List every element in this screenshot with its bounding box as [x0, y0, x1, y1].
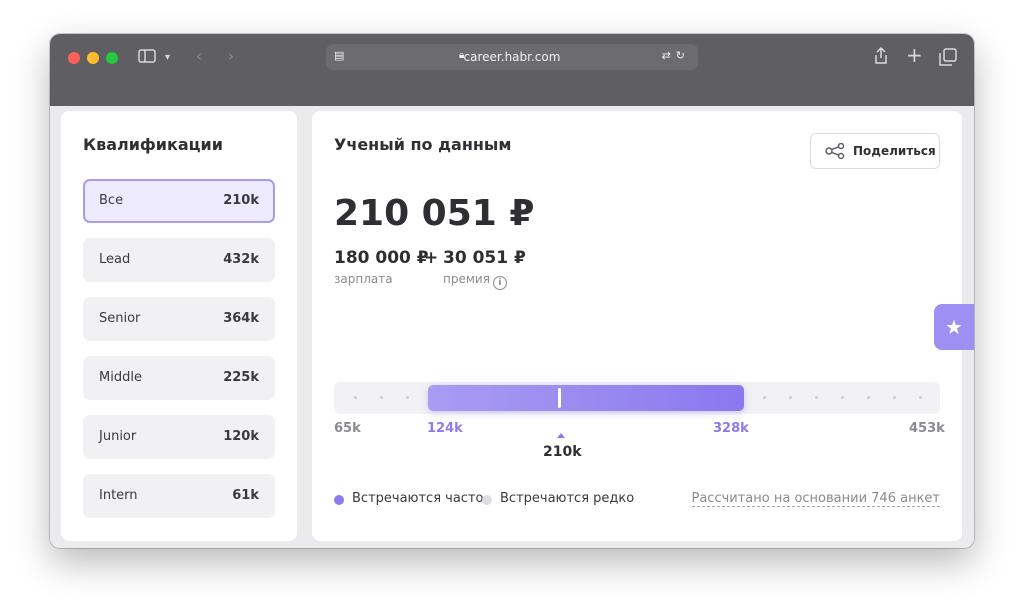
- track-dot: [815, 396, 818, 399]
- range-low-label: 124k: [427, 421, 463, 436]
- forward-icon[interactable]: ›: [228, 47, 234, 65]
- basis-text: Рассчитано на основании 746 анкет: [691, 491, 940, 507]
- position-title: Ученый по данным: [334, 135, 512, 154]
- qualification-value: 364k: [223, 311, 259, 326]
- median-label: 210k: [543, 444, 582, 460]
- frequent-salary-range: [428, 385, 744, 411]
- median-marker: [558, 388, 561, 408]
- qualification-item-lead[interactable]: Lead 432k: [83, 238, 275, 282]
- sidebar-icon[interactable]: [138, 49, 156, 67]
- bonus-label-wrap: премия i: [443, 272, 507, 290]
- qualification-value: 61k: [232, 488, 259, 503]
- bonus-label: премия: [443, 272, 490, 286]
- salary-range-track: [334, 382, 940, 414]
- minimize-window-button[interactable]: [87, 52, 99, 64]
- qualification-label: Junior: [99, 429, 137, 444]
- plus-sign: +: [424, 248, 439, 268]
- track-dot: [763, 396, 766, 399]
- qualification-value: 120k: [223, 429, 259, 444]
- base-salary-label: зарплата: [334, 272, 393, 286]
- qualification-value: 210k: [223, 193, 259, 208]
- track-dot: [841, 396, 844, 399]
- qualification-item-senior[interactable]: Senior 364k: [83, 297, 275, 341]
- qualification-value: 225k: [223, 370, 259, 385]
- frequent-legend-dot: [334, 495, 344, 505]
- track-dot: [354, 396, 357, 399]
- star-icon: ★: [945, 315, 963, 339]
- qualifications-panel: Квалификации Все 210k Lead 432k Senior 3…: [61, 111, 297, 541]
- address-bar[interactable]: ▤ 🔒︎ career.habr.com ⇄↻: [326, 44, 698, 70]
- range-max-label: 453k: [909, 421, 945, 436]
- qualification-label: Middle: [99, 370, 142, 385]
- base-salary-value: 180 000 ₽: [334, 248, 429, 268]
- back-icon[interactable]: ‹: [196, 47, 202, 65]
- rare-legend-dot: [482, 495, 492, 505]
- favorite-button[interactable]: ★: [934, 304, 974, 350]
- chevron-down-icon[interactable]: ▾: [165, 49, 170, 67]
- basis-note[interactable]: Рассчитано на основании 746 анкет: [691, 491, 940, 507]
- qualification-item-junior[interactable]: Junior 120k: [83, 415, 275, 459]
- track-dot: [380, 396, 383, 399]
- browser-toolbar: ▾ ‹ › ▤ 🔒︎ career.habr.com ⇄↻ +: [50, 34, 974, 106]
- salary-panel: Ученый по данным Поделиться 210 051 ₽ 18…: [312, 111, 962, 541]
- plus-icon[interactable]: +: [906, 45, 923, 65]
- track-dot: [893, 396, 896, 399]
- track-dot: [867, 396, 870, 399]
- browser-window: ▾ ‹ › ▤ 🔒︎ career.habr.com ⇄↻ + Квалифик…: [50, 34, 974, 548]
- track-dot: [919, 396, 922, 399]
- qualification-value: 432k: [223, 252, 259, 267]
- range-high-label: 328k: [713, 421, 749, 436]
- translate-icon[interactable]: ⇄: [662, 49, 676, 62]
- qualification-item-intern[interactable]: Intern 61k: [83, 474, 275, 518]
- median-arrow-icon: [557, 433, 565, 438]
- share-icon[interactable]: [874, 46, 888, 69]
- qualification-item-all[interactable]: Все 210k: [83, 179, 275, 223]
- tabs-icon[interactable]: [939, 48, 957, 70]
- total-salary: 210 051 ₽: [334, 193, 535, 234]
- qualification-label: Senior: [99, 311, 141, 326]
- track-dot: [406, 396, 409, 399]
- track-dot: [789, 396, 792, 399]
- qualification-label: Все: [99, 193, 124, 208]
- share-button[interactable]: Поделиться: [810, 133, 940, 169]
- share-label: Поделиться: [853, 144, 936, 158]
- frequent-legend-label: Встречаются часто: [352, 491, 484, 506]
- close-window-button[interactable]: [68, 52, 80, 64]
- info-icon[interactable]: i: [492, 276, 507, 290]
- range-min-label: 65k: [334, 421, 361, 436]
- share-nodes-icon: [825, 142, 845, 163]
- qualification-label: Lead: [99, 252, 131, 267]
- reload-icon[interactable]: ↻: [676, 49, 690, 62]
- rare-legend-label: Встречаются редко: [500, 491, 635, 506]
- qualification-item-middle[interactable]: Middle 225k: [83, 356, 275, 400]
- qualification-label: Intern: [99, 488, 138, 503]
- qualifications-title: Квалификации: [83, 135, 223, 154]
- translate-reload-icons[interactable]: ⇄↻: [662, 49, 690, 62]
- bonus-value: 30 051 ₽: [443, 248, 526, 268]
- url-text: career.habr.com: [463, 50, 561, 64]
- zoom-window-button[interactable]: [106, 52, 118, 64]
